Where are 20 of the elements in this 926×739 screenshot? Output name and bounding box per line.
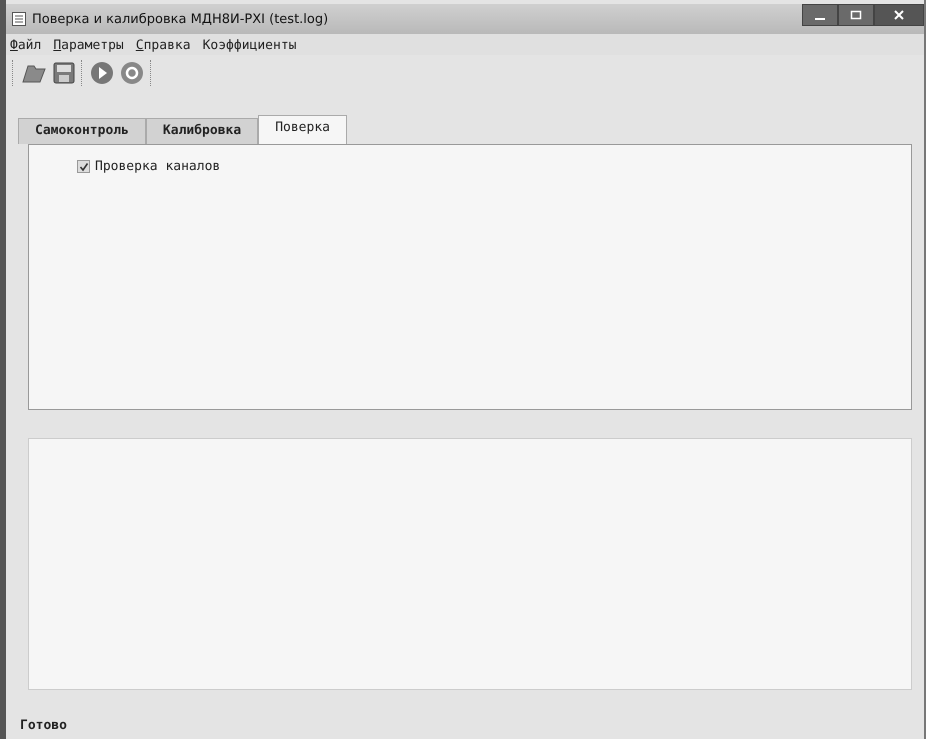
tab[interactable]: Поверка <box>258 115 347 144</box>
save-icon[interactable] <box>53 62 75 84</box>
tab[interactable]: Самоконтроль <box>18 118 146 144</box>
checkbox-label: Проверка каналов <box>95 159 220 174</box>
menu-item[interactable]: Справка <box>136 38 191 53</box>
maximize-icon <box>850 10 862 20</box>
minimize-icon <box>815 18 825 20</box>
list-icon <box>12 12 26 26</box>
status-text: Готово <box>20 718 67 733</box>
menu-item[interactable]: Параметры <box>53 38 124 53</box>
menu-item[interactable]: Коэффициенты <box>202 38 296 53</box>
close-icon <box>893 10 905 20</box>
menu-item[interactable]: Файл <box>10 38 42 53</box>
play-icon[interactable] <box>90 61 114 85</box>
minimize-button[interactable] <box>802 4 838 26</box>
window-title: Поверка и калибровка МДН8И-PXI (test.log) <box>32 12 328 26</box>
close-button[interactable] <box>874 4 924 26</box>
maximize-button[interactable] <box>838 4 874 26</box>
tab[interactable]: Калибровка <box>146 118 258 144</box>
checkbox[interactable] <box>77 160 90 173</box>
